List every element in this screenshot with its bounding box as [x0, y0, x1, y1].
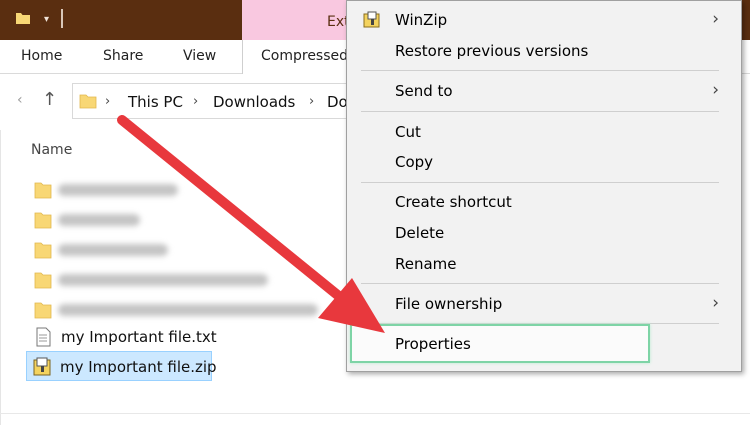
folder-icon	[34, 242, 52, 259]
chevron-right-icon: ›	[712, 80, 719, 100]
menu-item-label: Restore previous versions	[395, 42, 589, 60]
menu-item-winzip[interactable]: WinZip ›	[347, 5, 741, 35]
pane-border	[0, 130, 1, 425]
list-item[interactable]	[28, 175, 358, 205]
menu-item-rename[interactable]: Rename	[347, 249, 741, 279]
winzip-icon	[363, 11, 380, 28]
file-name: my Important file.txt	[61, 328, 217, 346]
list-item[interactable]	[28, 205, 358, 235]
menu-item-label: Cut	[395, 123, 421, 141]
folder-icon	[34, 272, 52, 289]
breadcrumb-downloads[interactable]: Downloads	[213, 93, 295, 111]
menu-item-label: WinZip	[395, 11, 448, 29]
menu-item-properties[interactable]: Properties	[347, 329, 741, 359]
breadcrumb-this-pc[interactable]: This PC	[128, 93, 183, 111]
quick-access-dropdown-icon[interactable]: ▾	[44, 14, 49, 25]
menu-item-label: Properties	[395, 335, 471, 353]
chevron-right-icon: ›	[712, 293, 719, 313]
zip-file-icon	[33, 357, 51, 376]
chevron-right-icon[interactable]: ›	[105, 94, 110, 109]
folder-icon	[79, 94, 97, 109]
folder-icon	[34, 302, 52, 319]
up-arrow-icon[interactable]: ↑	[42, 89, 57, 110]
menu-item-create-shortcut[interactable]: Create shortcut	[347, 187, 741, 217]
chevron-right-icon[interactable]: ›	[193, 94, 198, 109]
folder-icon	[34, 212, 52, 229]
chevron-right-icon[interactable]: ›	[309, 94, 314, 109]
menu-item-label: File ownership	[395, 295, 503, 313]
chevron-right-icon: ›	[712, 9, 719, 29]
menu-separator	[361, 283, 719, 284]
text-file-icon	[36, 327, 51, 347]
context-menu: WinZip › Restore previous versions Send …	[346, 0, 742, 372]
redacted-folder-name	[58, 244, 168, 256]
list-item[interactable]	[28, 265, 358, 295]
menu-item-label: Copy	[395, 153, 434, 171]
folder-icon[interactable]	[15, 10, 31, 26]
breadcrumb-current-folder[interactable]: Do	[327, 93, 348, 111]
extract-tab[interactable]: Ext	[242, 0, 362, 40]
recent-locations-icon[interactable]: ‹	[17, 92, 23, 108]
menu-item-file-ownership[interactable]: File ownership ›	[347, 289, 741, 319]
redacted-folder-name	[58, 184, 178, 196]
menu-item-copy[interactable]: Copy	[347, 147, 741, 177]
menu-item-label: Delete	[395, 224, 445, 242]
redacted-folder-name	[58, 304, 318, 316]
tab-view[interactable]: View	[183, 48, 216, 64]
redacted-folder-name	[58, 214, 140, 226]
menu-item-label: Create shortcut	[395, 193, 512, 211]
tab-share[interactable]: Share	[103, 48, 143, 64]
tab-compressed[interactable]: Compressed	[242, 40, 362, 74]
list-item[interactable]	[28, 235, 358, 265]
menu-item-label: Send to	[395, 82, 453, 100]
menu-item-delete[interactable]: Delete	[347, 218, 741, 248]
file-name: my Important file.zip	[60, 358, 217, 376]
redacted-folder-name	[58, 274, 268, 286]
list-item[interactable]	[28, 295, 358, 325]
tab-compressed-label: Compressed	[261, 48, 349, 64]
menu-separator	[361, 111, 719, 112]
menu-item-restore-previous-versions[interactable]: Restore previous versions	[347, 36, 741, 66]
menu-item-label: Rename	[395, 255, 457, 273]
titlebar-separator	[61, 9, 63, 28]
list-item-selected[interactable]: my Important file.zip	[26, 351, 217, 381]
folder-icon	[34, 182, 52, 199]
menu-separator	[361, 182, 719, 183]
menu-item-send-to[interactable]: Send to ›	[347, 76, 741, 106]
tab-home[interactable]: Home	[21, 48, 62, 64]
menu-separator	[361, 70, 719, 71]
list-item[interactable]: my Important file.txt	[28, 322, 358, 352]
column-header-name[interactable]: Name	[31, 142, 72, 158]
window-bottom-border	[0, 413, 750, 414]
menu-item-cut[interactable]: Cut	[347, 117, 741, 147]
